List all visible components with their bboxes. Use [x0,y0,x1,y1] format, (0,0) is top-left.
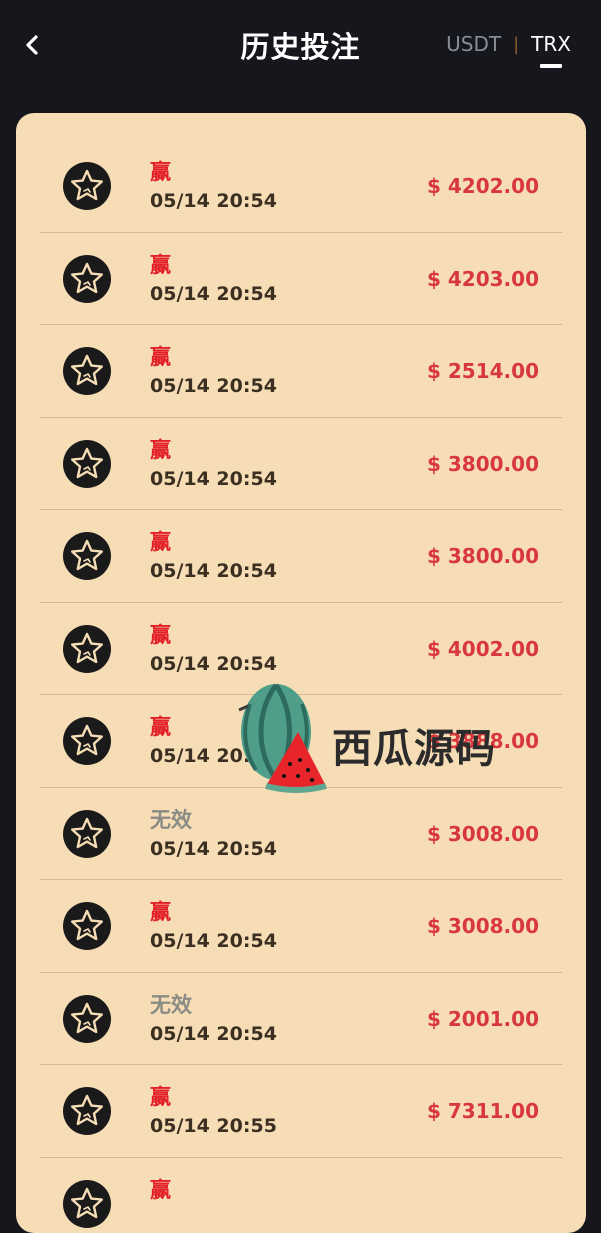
bet-time: 05/14 20:54 [150,653,277,675]
bet-status: 赢 [150,249,171,279]
bet-record-row[interactable]: 赢 05/14 20:55 $ 7311.00 [40,1065,562,1158]
tab-usdt[interactable]: USDT [446,32,501,56]
bet-history-list[interactable]: 赢 05/14 20:54 $ 4202.00 赢 05/14 20:54 $ 4203.… [40,140,562,1233]
star-icon [63,625,111,673]
bet-record-row[interactable]: 赢 05/14 20:54 $ 4002.00 [40,603,562,696]
bet-time: 05/14 20:54 [150,560,277,582]
bet-record-row[interactable]: 赢 05/14 20:54 $ 4202.00 [40,140,562,233]
active-tab-indicator [540,64,562,68]
bet-amount: $ 4202.00 [427,174,539,198]
star-icon [63,440,111,488]
bet-status: 赢 [150,896,171,926]
bet-status: 赢 [150,434,171,464]
bet-amount: $ 3888.00 [427,729,539,753]
bet-amount: $ 4002.00 [427,637,539,661]
star-icon [63,1087,111,1135]
star-icon [63,995,111,1043]
bet-amount: $ 3008.00 [427,914,539,938]
bet-status: 赢 [150,711,171,741]
bet-time: 05/14 20:54 [150,375,277,397]
tab-trx-label: TRX [531,32,571,56]
bet-status: 赢 [150,1081,171,1111]
currency-tabs: USDT | TRX [446,32,571,56]
bet-status: 赢 [150,1174,171,1204]
star-icon [63,810,111,858]
bet-status: 赢 [150,156,171,186]
bet-history-card: 赢 05/14 20:54 $ 4202.00 赢 05/14 20:54 $ 4203.… [16,113,586,1233]
bet-status: 无效 [150,804,192,834]
bet-status: 无效 [150,989,192,1019]
bet-record-row[interactable]: 赢 05/14 20:54 $ 3800.00 [40,418,562,511]
star-icon [63,717,111,765]
bet-amount: $ 4203.00 [427,267,539,291]
star-icon [63,347,111,395]
bet-record-row[interactable]: 赢 [40,1158,562,1233]
star-icon [63,1180,111,1228]
star-icon [63,532,111,580]
bet-time: 05/14 20:54 [150,930,277,952]
bet-record-row[interactable]: 无效 05/14 20:54 $ 2001.00 [40,973,562,1066]
bet-time: 05/14 20:54 [150,283,277,305]
bet-amount: $ 7311.00 [427,1099,539,1123]
bet-amount: $ 2514.00 [427,359,539,383]
bet-time: 05/14 20:54 [150,745,277,767]
star-icon [63,255,111,303]
top-bar: 历史投注 USDT | TRX [0,0,601,90]
bet-time: 05/14 20:54 [150,190,277,212]
bet-status: 赢 [150,341,171,371]
bet-record-row[interactable]: 赢 05/14 20:54 $ 3008.00 [40,880,562,973]
bet-time: 05/14 20:54 [150,1023,277,1045]
star-icon [63,902,111,950]
bet-time: 05/14 20:55 [150,1115,277,1137]
bet-record-row[interactable]: 赢 05/14 20:54 $ 4203.00 [40,233,562,326]
star-icon [63,162,111,210]
bet-time: 05/14 20:54 [150,468,277,490]
bet-amount: $ 2001.00 [427,1007,539,1031]
bet-record-row[interactable]: 赢 05/14 20:54 $ 2514.00 [40,325,562,418]
bet-status: 赢 [150,619,171,649]
bet-record-row[interactable]: 赢 05/14 20:54 $ 3888.00 [40,695,562,788]
bet-status: 赢 [150,526,171,556]
bet-amount: $ 3800.00 [427,452,539,476]
bet-record-row[interactable]: 赢 05/14 20:54 $ 3800.00 [40,510,562,603]
bet-amount: $ 3008.00 [427,822,539,846]
bet-amount: $ 3800.00 [427,544,539,568]
tab-separator: | [513,34,519,55]
bet-time: 05/14 20:54 [150,838,277,860]
bet-record-row[interactable]: 无效 05/14 20:54 $ 3008.00 [40,788,562,881]
tab-trx[interactable]: TRX [531,32,571,56]
